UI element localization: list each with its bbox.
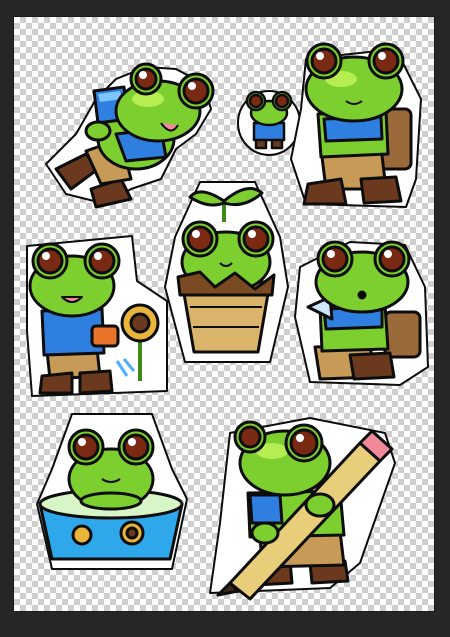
sticker-frog-sitting-thinking[interactable]	[290, 237, 430, 387]
sticker-frog-watering-sunflower[interactable]	[22, 231, 172, 399]
artboard-canvas	[13, 16, 435, 612]
sticker-frog-in-flower-pot[interactable]	[160, 177, 292, 367]
sticker-frog-in-bath-bowl[interactable]	[32, 409, 190, 574]
sticker-frog-holding-pencil[interactable]	[209, 413, 400, 601]
sticker-frog-with-backpack[interactable]	[286, 39, 426, 209]
